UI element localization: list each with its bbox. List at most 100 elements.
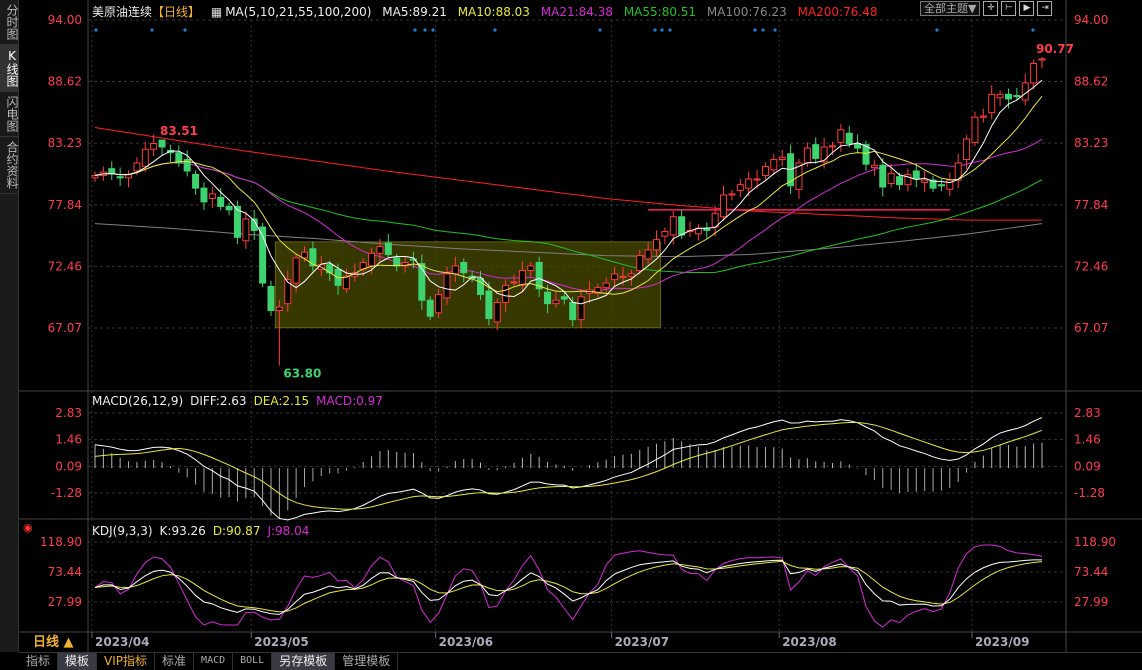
candle-down xyxy=(426,299,434,317)
range-icon[interactable]: ⊢ xyxy=(1001,1,1017,16)
candle-up xyxy=(627,273,635,277)
k-value: K:93.26 xyxy=(159,524,206,538)
bottom-tabs: 指标 模板 VIP指标 标准 MACD BOLL 另存模板 管理模板 xyxy=(19,652,1142,670)
candle-up xyxy=(745,178,753,189)
play-icon[interactable]: ▶ xyxy=(1019,1,1035,16)
kdj-tick-left: 118.90 xyxy=(40,535,82,549)
candle-up xyxy=(669,216,677,236)
price-tick-right: 88.62 xyxy=(1074,75,1108,89)
date-label: 2023/09 xyxy=(975,635,1029,649)
candle-down xyxy=(485,290,493,320)
kdj-tick-left: 73.44 xyxy=(48,565,82,579)
date-label: 2023/08 xyxy=(782,635,836,649)
tab-vip-indicators[interactable]: VIP指标 xyxy=(97,653,156,670)
candle-down xyxy=(544,291,552,305)
j-value: J:98.04 xyxy=(267,524,310,538)
diff-value: DIFF:2.63 xyxy=(190,394,247,408)
candle-down xyxy=(158,139,166,148)
event-marker xyxy=(598,28,602,32)
high-label: 83.51 xyxy=(160,124,198,138)
candle-down xyxy=(912,170,920,180)
tab-boll[interactable]: BOLL xyxy=(233,653,273,670)
kdj-label: KDJ(9,3,3) xyxy=(92,524,153,538)
event-marker xyxy=(668,28,672,32)
candle-up xyxy=(870,164,878,169)
price-tick-left: 67.07 xyxy=(48,321,82,335)
date-label: 2023/04 xyxy=(95,635,149,649)
date-label: 2023/06 xyxy=(439,635,493,649)
macd-tick-right: 0.09 xyxy=(1074,459,1101,473)
candle-up xyxy=(979,115,987,118)
candle-up xyxy=(736,184,744,191)
price-tick-right: 72.46 xyxy=(1074,259,1108,273)
period-button[interactable]: 日线 ▲ xyxy=(19,633,89,652)
toolbar: 全部主题▼ ✛ ⊢ ▶ ⇥ xyxy=(920,1,1053,16)
event-marker xyxy=(183,28,187,32)
kdj-tick-right: 27.99 xyxy=(1074,595,1108,609)
price-tick-right: 77.84 xyxy=(1074,198,1108,212)
candle-up xyxy=(292,257,300,284)
candle-up xyxy=(971,116,979,143)
indicator-settings-icon[interactable]: ◉ xyxy=(23,521,33,534)
event-marker xyxy=(935,28,939,32)
price-tick-left: 72.46 xyxy=(48,259,82,273)
macd-tick-left: 1.46 xyxy=(55,433,82,447)
dea-value: DEA:2.15 xyxy=(253,394,310,408)
chart-icon: ▦ xyxy=(210,5,223,19)
candle-up xyxy=(493,301,501,323)
d-value: D:90.87 xyxy=(212,524,261,538)
tab-macd[interactable]: MACD xyxy=(194,653,234,670)
candle-down xyxy=(192,173,200,189)
event-marker xyxy=(773,28,777,32)
macd-value: MACD:0.97 xyxy=(316,394,383,408)
move-right-icon[interactable]: ⇥ xyxy=(1037,1,1053,16)
candle-down xyxy=(678,216,686,236)
date-label: 2023/07 xyxy=(615,635,669,649)
macd-tick-right: 1.46 xyxy=(1074,433,1101,447)
event-marker xyxy=(493,28,497,32)
candle-up xyxy=(921,179,929,183)
macd-legend: MACD(26,12,9) DIFF:2.63 DEA:2.15 MACD:0.97 xyxy=(92,394,390,408)
price-tick-right: 67.07 xyxy=(1074,321,1108,335)
tab-save-template[interactable]: 另存模板 xyxy=(272,653,336,670)
event-marker xyxy=(94,28,98,32)
candle-up xyxy=(518,269,526,286)
candle-up xyxy=(611,273,619,281)
macd-tick-right: 2.83 xyxy=(1074,406,1101,420)
macd-tick-left: 0.09 xyxy=(55,459,82,473)
main-legend: 美原油连续【日线】 ▦ MA(5,10,21,55,100,200) MA5:89… xyxy=(92,3,884,20)
candle-down xyxy=(460,261,468,274)
candle-down xyxy=(200,187,208,203)
instrument-name: 美原油连续 xyxy=(92,5,153,19)
ma5-value: MA5:89.21 xyxy=(382,5,447,19)
candle-up xyxy=(636,255,644,271)
price-tick-right: 94.00 xyxy=(1074,13,1108,27)
candle-up xyxy=(242,218,250,242)
candle-up xyxy=(602,282,610,289)
candle-up xyxy=(527,265,535,271)
candle-up xyxy=(368,252,376,267)
candle-up xyxy=(133,162,141,172)
candle-up xyxy=(451,265,459,275)
tab-templates[interactable]: 模板 xyxy=(58,653,98,670)
kdj-legend: KDJ(9,3,3) K:93.26 D:90.87 J:98.04 xyxy=(92,524,316,538)
crosshair-icon[interactable]: ✛ xyxy=(983,1,999,16)
kline-chart[interactable]: 94.00 94.00 88.62 88.62 83.23 83.23 77.84 77.84… xyxy=(0,0,1142,652)
event-marker xyxy=(150,28,154,32)
candle-down xyxy=(1013,94,1021,98)
period-tag: 【日线】 xyxy=(152,5,201,19)
candle-up xyxy=(435,293,443,314)
tab-standard[interactable]: 标准 xyxy=(155,653,195,670)
candle-down xyxy=(217,196,225,207)
candle-up xyxy=(376,245,384,254)
tab-indicators[interactable]: 指标 xyxy=(19,653,59,670)
tab-manage-templates[interactable]: 管理模板 xyxy=(335,653,399,670)
event-marker xyxy=(423,28,427,32)
candle-down xyxy=(879,164,887,188)
d-line xyxy=(94,560,1043,613)
theme-dropdown[interactable]: 全部主题▼ xyxy=(920,1,981,16)
candle-up xyxy=(619,275,627,278)
candle-up xyxy=(342,275,350,290)
candle-down xyxy=(393,257,401,267)
candle-up xyxy=(552,299,560,305)
